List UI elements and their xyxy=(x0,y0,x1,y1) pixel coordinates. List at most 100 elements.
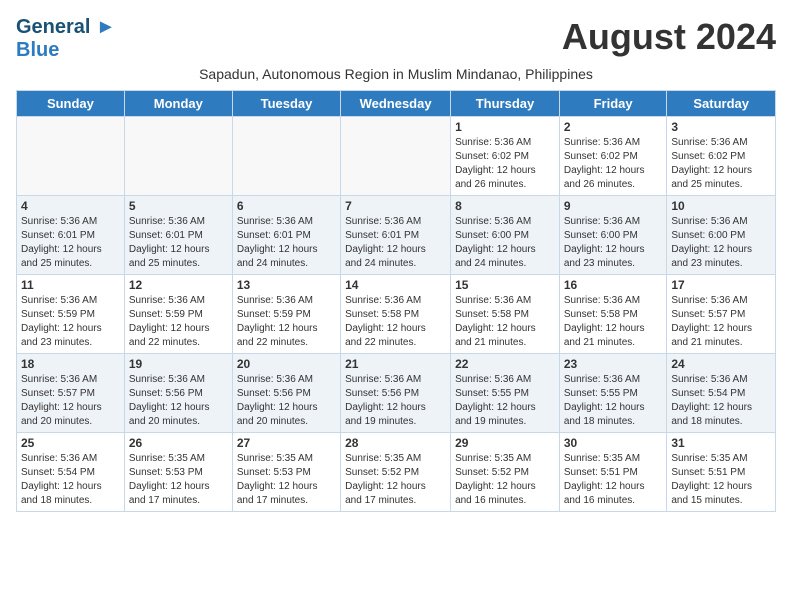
day-number: 17 xyxy=(671,278,771,292)
calendar-cell: 18 Sunrise: 5:36 AM Sunset: 5:57 PM Dayli… xyxy=(17,354,125,433)
day-number: 22 xyxy=(455,357,555,371)
day-info: Sunrise: 5:36 AM Sunset: 6:02 PM Dayligh… xyxy=(564,136,663,192)
logo-blue-text: Blue xyxy=(16,39,59,62)
day-info: Sunrise: 5:36 AM Sunset: 6:01 PM Dayligh… xyxy=(345,215,446,271)
day-number: 3 xyxy=(671,120,771,134)
col-thursday: Thursday xyxy=(451,91,560,117)
calendar-cell: 11 Sunrise: 5:36 AM Sunset: 5:59 PM Dayli… xyxy=(17,275,125,354)
day-info: Sunrise: 5:36 AM Sunset: 6:01 PM Dayligh… xyxy=(237,215,336,271)
day-number: 5 xyxy=(129,199,228,213)
calendar-week-2: 4 Sunrise: 5:36 AM Sunset: 6:01 PM Daylig… xyxy=(17,196,776,275)
day-number: 25 xyxy=(21,436,120,450)
day-info: Sunrise: 5:35 AM Sunset: 5:52 PM Dayligh… xyxy=(455,452,555,508)
day-info: Sunrise: 5:36 AM Sunset: 5:57 PM Dayligh… xyxy=(671,294,771,350)
day-number: 9 xyxy=(564,199,663,213)
calendar-cell xyxy=(124,117,232,196)
day-info: Sunrise: 5:36 AM Sunset: 5:56 PM Dayligh… xyxy=(129,373,228,429)
day-number: 14 xyxy=(345,278,446,292)
day-info: Sunrise: 5:36 AM Sunset: 5:55 PM Dayligh… xyxy=(564,373,663,429)
day-number: 1 xyxy=(455,120,555,134)
col-monday: Monday xyxy=(124,91,232,117)
calendar-cell: 24 Sunrise: 5:36 AM Sunset: 5:54 PM Dayli… xyxy=(667,354,776,433)
day-number: 12 xyxy=(129,278,228,292)
calendar-week-5: 25 Sunrise: 5:36 AM Sunset: 5:54 PM Dayli… xyxy=(17,433,776,512)
calendar-cell: 1 Sunrise: 5:36 AM Sunset: 6:02 PM Daylig… xyxy=(451,117,560,196)
logo-text: General ► xyxy=(16,16,116,39)
col-friday: Friday xyxy=(559,91,667,117)
calendar-cell: 3 Sunrise: 5:36 AM Sunset: 6:02 PM Daylig… xyxy=(667,117,776,196)
calendar-cell: 13Sunrise: 5:36 AM Sunset: 5:59 PM Dayli… xyxy=(232,275,340,354)
calendar-cell: 29Sunrise: 5:35 AM Sunset: 5:52 PM Dayli… xyxy=(451,433,560,512)
col-tuesday: Tuesday xyxy=(232,91,340,117)
day-info: Sunrise: 5:36 AM Sunset: 6:01 PM Dayligh… xyxy=(129,215,228,271)
day-number: 30 xyxy=(564,436,663,450)
calendar-cell: 27Sunrise: 5:35 AM Sunset: 5:53 PM Dayli… xyxy=(232,433,340,512)
day-info: Sunrise: 5:36 AM Sunset: 6:02 PM Dayligh… xyxy=(455,136,555,192)
day-info: Sunrise: 5:36 AM Sunset: 5:59 PM Dayligh… xyxy=(129,294,228,350)
calendar-cell xyxy=(341,117,451,196)
day-info: Sunrise: 5:36 AM Sunset: 5:56 PM Dayligh… xyxy=(345,373,446,429)
day-number: 4 xyxy=(21,199,120,213)
calendar-cell: 23 Sunrise: 5:36 AM Sunset: 5:55 PM Dayli… xyxy=(559,354,667,433)
day-info: Sunrise: 5:36 AM Sunset: 6:00 PM Dayligh… xyxy=(671,215,771,271)
month-title: August 2024 xyxy=(562,16,776,58)
day-number: 28 xyxy=(345,436,446,450)
calendar-cell: 16 Sunrise: 5:36 AM Sunset: 5:58 PM Dayli… xyxy=(559,275,667,354)
day-number: 2 xyxy=(564,120,663,134)
day-info: Sunrise: 5:36 AM Sunset: 5:59 PM Dayligh… xyxy=(21,294,120,350)
day-number: 19 xyxy=(129,357,228,371)
day-info: Sunrise: 5:36 AM Sunset: 6:00 PM Dayligh… xyxy=(455,215,555,271)
calendar-week-3: 11 Sunrise: 5:36 AM Sunset: 5:59 PM Dayli… xyxy=(17,275,776,354)
calendar-week-1: 1 Sunrise: 5:36 AM Sunset: 6:02 PM Daylig… xyxy=(17,117,776,196)
calendar-cell: 26 Sunrise: 5:35 AM Sunset: 5:53 PM Dayli… xyxy=(124,433,232,512)
day-info: Sunrise: 5:35 AM Sunset: 5:51 PM Dayligh… xyxy=(671,452,771,508)
col-sunday: Sunday xyxy=(17,91,125,117)
calendar-cell: 5 Sunrise: 5:36 AM Sunset: 6:01 PM Daylig… xyxy=(124,196,232,275)
subtitle: Sapadun, Autonomous Region in Muslim Min… xyxy=(16,66,776,82)
calendar-cell: 2 Sunrise: 5:36 AM Sunset: 6:02 PM Daylig… xyxy=(559,117,667,196)
day-number: 16 xyxy=(564,278,663,292)
calendar-cell: 6 Sunrise: 5:36 AM Sunset: 6:01 PM Daylig… xyxy=(232,196,340,275)
day-info: Sunrise: 5:35 AM Sunset: 5:53 PM Dayligh… xyxy=(129,452,228,508)
calendar-cell: 12 Sunrise: 5:36 AM Sunset: 5:59 PM Dayli… xyxy=(124,275,232,354)
day-number: 31 xyxy=(671,436,771,450)
col-wednesday: Wednesday xyxy=(341,91,451,117)
day-info: Sunrise: 5:35 AM Sunset: 5:51 PM Dayligh… xyxy=(564,452,663,508)
day-info: Sunrise: 5:36 AM Sunset: 5:54 PM Dayligh… xyxy=(671,373,771,429)
day-info: Sunrise: 5:36 AM Sunset: 5:55 PM Dayligh… xyxy=(455,373,555,429)
calendar: Sunday Monday Tuesday Wednesday Thursday… xyxy=(16,90,776,512)
day-number: 24 xyxy=(671,357,771,371)
day-number: 7 xyxy=(345,199,446,213)
calendar-header-row: Sunday Monday Tuesday Wednesday Thursday… xyxy=(17,91,776,117)
calendar-cell: 8 Sunrise: 5:36 AM Sunset: 6:00 PM Daylig… xyxy=(451,196,560,275)
calendar-cell: 15Sunrise: 5:36 AM Sunset: 5:58 PM Dayli… xyxy=(451,275,560,354)
header: General ► Blue August 2024 xyxy=(16,16,776,62)
day-info: Sunrise: 5:36 AM Sunset: 5:56 PM Dayligh… xyxy=(237,373,336,429)
calendar-cell: 19 Sunrise: 5:36 AM Sunset: 5:56 PM Dayli… xyxy=(124,354,232,433)
calendar-cell: 10Sunrise: 5:36 AM Sunset: 6:00 PM Dayli… xyxy=(667,196,776,275)
day-info: Sunrise: 5:35 AM Sunset: 5:53 PM Dayligh… xyxy=(237,452,336,508)
day-info: Sunrise: 5:36 AM Sunset: 5:58 PM Dayligh… xyxy=(455,294,555,350)
calendar-cell: 4Sunrise: 5:36 AM Sunset: 6:01 PM Daylig… xyxy=(17,196,125,275)
day-number: 20 xyxy=(237,357,336,371)
day-number: 18 xyxy=(21,357,120,371)
day-number: 23 xyxy=(564,357,663,371)
day-number: 8 xyxy=(455,199,555,213)
day-info: Sunrise: 5:36 AM Sunset: 6:02 PM Dayligh… xyxy=(671,136,771,192)
calendar-cell: 17 Sunrise: 5:36 AM Sunset: 5:57 PM Dayli… xyxy=(667,275,776,354)
day-info: Sunrise: 5:36 AM Sunset: 5:54 PM Dayligh… xyxy=(21,452,120,508)
calendar-cell: 20 Sunrise: 5:36 AM Sunset: 5:56 PM Dayli… xyxy=(232,354,340,433)
day-number: 26 xyxy=(129,436,228,450)
day-number: 6 xyxy=(237,199,336,213)
calendar-cell xyxy=(17,117,125,196)
day-info: Sunrise: 5:36 AM Sunset: 5:57 PM Dayligh… xyxy=(21,373,120,429)
calendar-week-4: 18 Sunrise: 5:36 AM Sunset: 5:57 PM Dayli… xyxy=(17,354,776,433)
day-number: 13 xyxy=(237,278,336,292)
day-number: 21 xyxy=(345,357,446,371)
calendar-cell xyxy=(232,117,340,196)
day-info: Sunrise: 5:36 AM Sunset: 5:58 PM Dayligh… xyxy=(564,294,663,350)
col-saturday: Saturday xyxy=(667,91,776,117)
calendar-cell: 7 Sunrise: 5:36 AM Sunset: 6:01 PM Daylig… xyxy=(341,196,451,275)
calendar-cell: 30 Sunrise: 5:35 AM Sunset: 5:51 PM Dayli… xyxy=(559,433,667,512)
day-number: 11 xyxy=(21,278,120,292)
